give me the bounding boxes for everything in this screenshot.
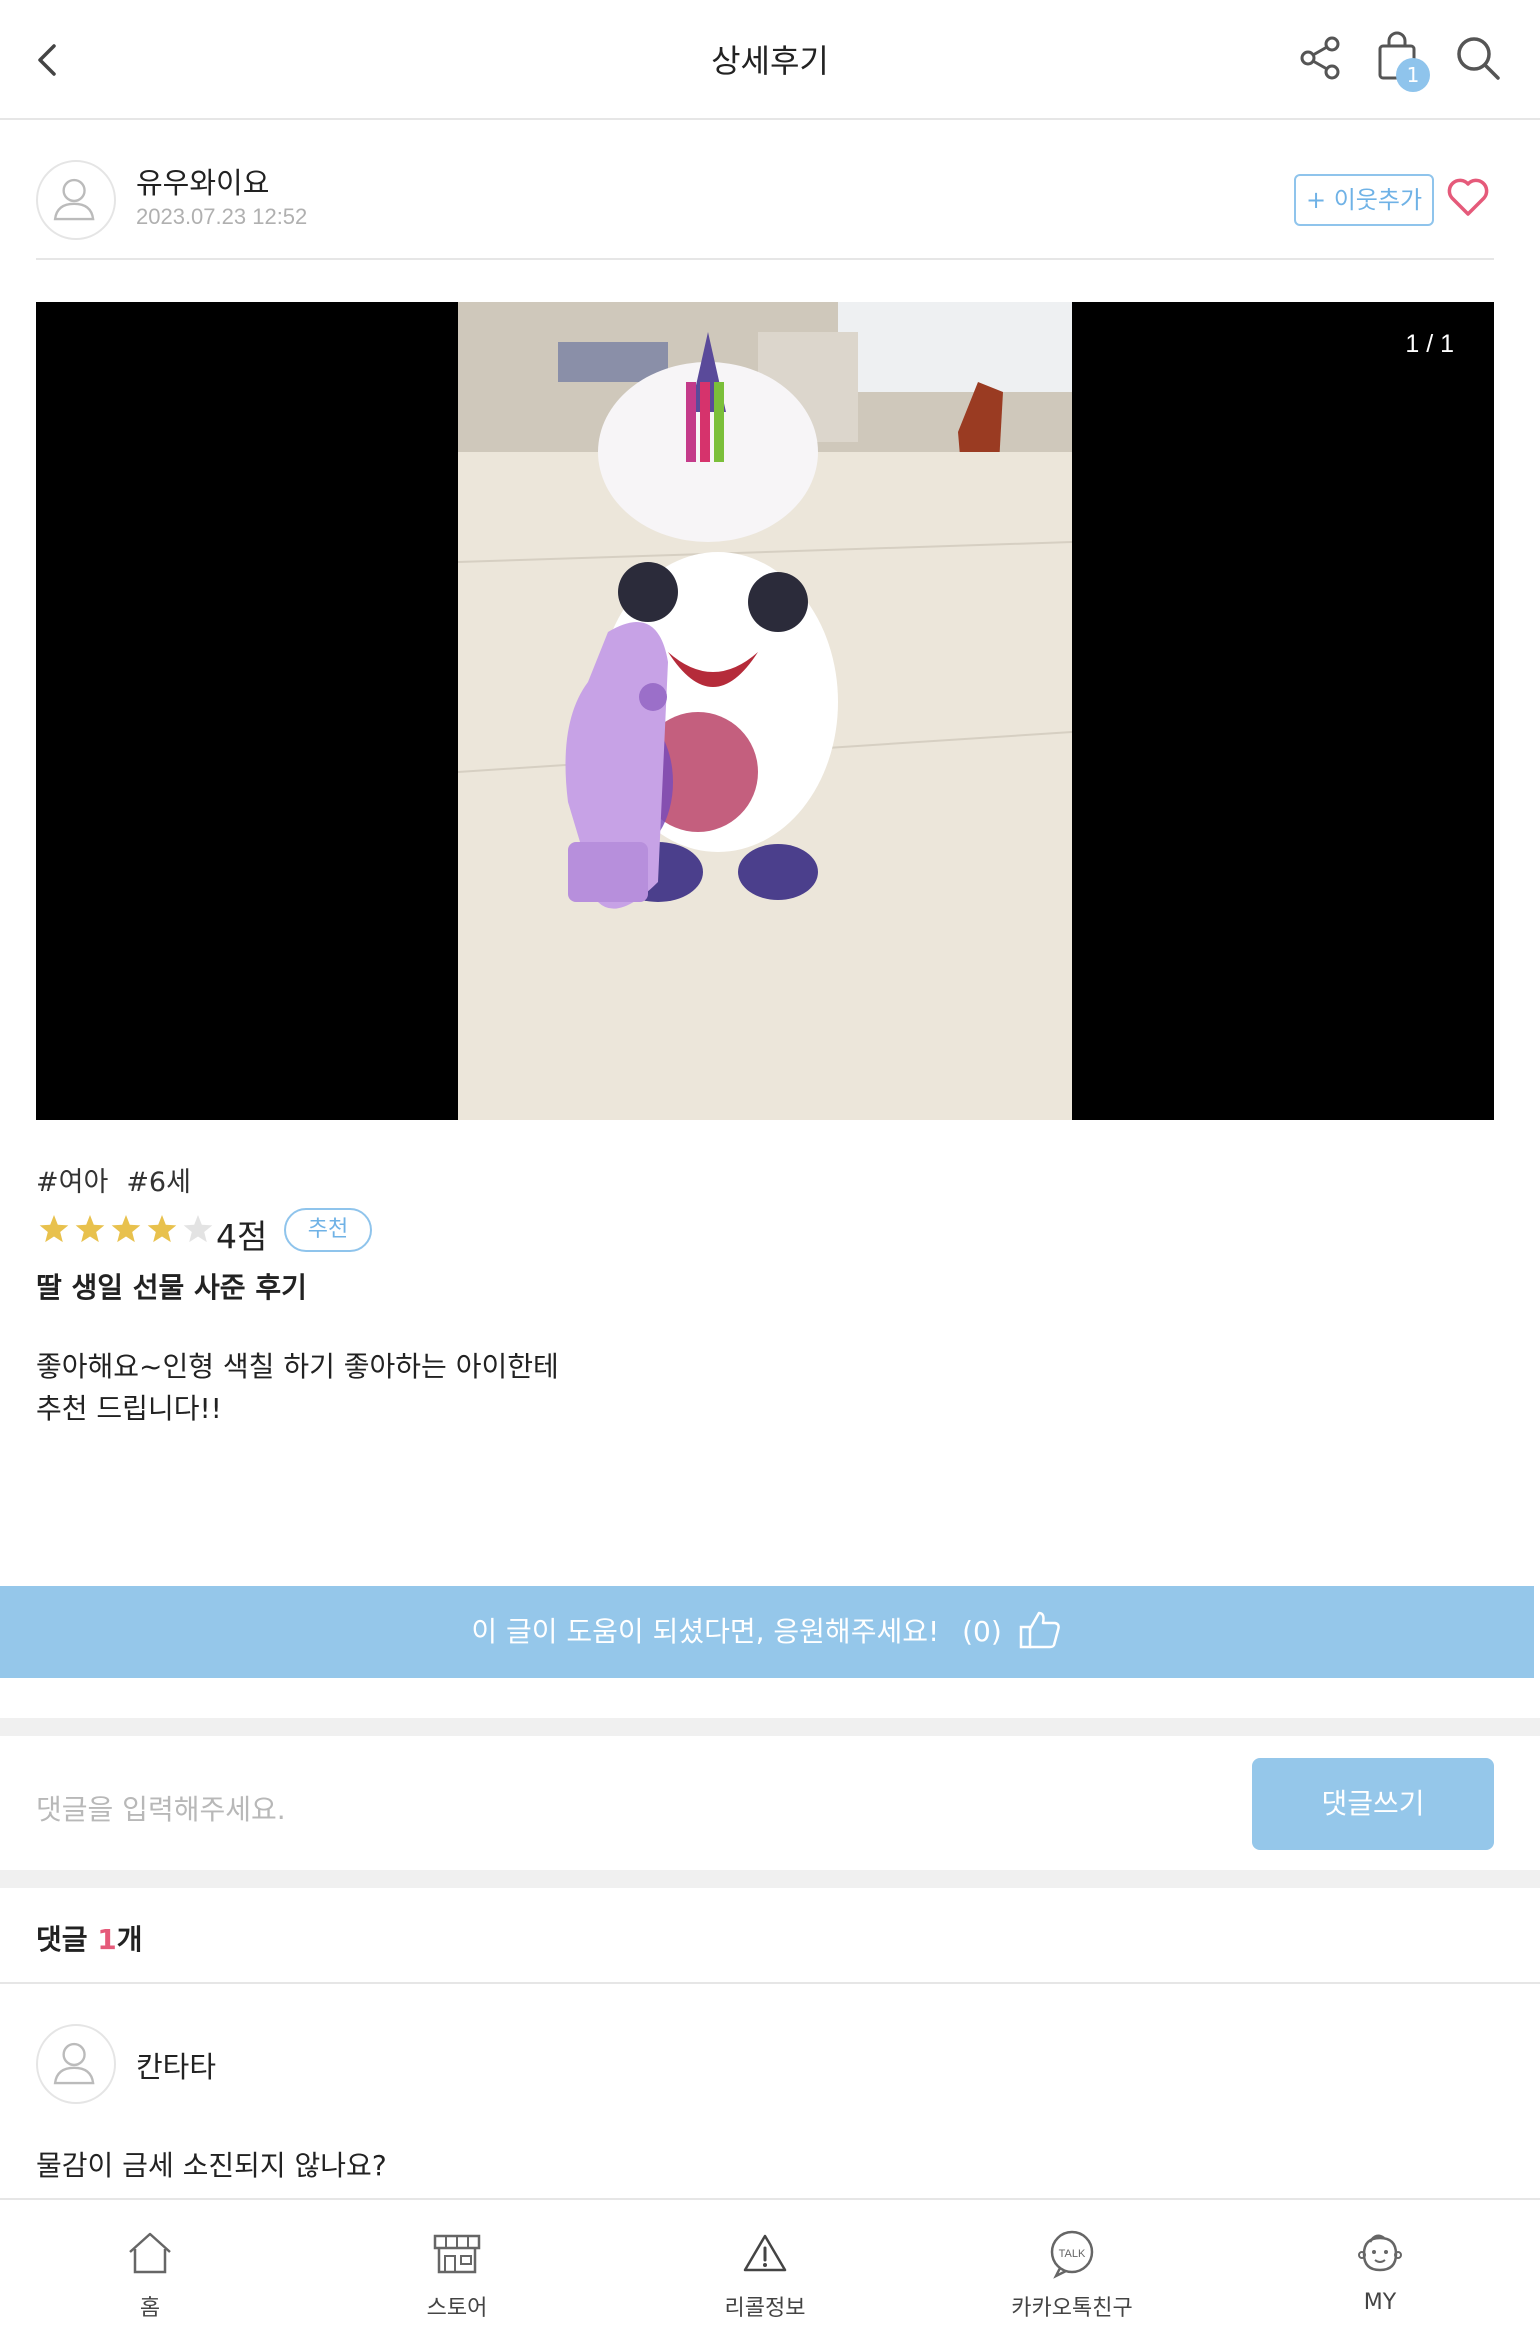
review-photo <box>458 302 1072 1120</box>
tab-store[interactable]: 스토어 <box>357 2228 557 2322</box>
author-name[interactable]: 유우와이요 <box>136 160 269 202</box>
comments-count: 1 <box>97 1923 117 1956</box>
review-title: 딸 생일 선물 사준 후기 <box>36 1271 307 1304</box>
add-neighbor-button[interactable]: + 이웃추가 <box>1294 174 1434 226</box>
baby-icon <box>1358 2234 1402 2272</box>
star-filled-icon <box>111 1215 141 1243</box>
star-empty-icon <box>183 1215 213 1243</box>
commenter-name[interactable]: 칸타타 <box>136 2044 216 2086</box>
review-photo-viewer[interactable]: 1 / 1 <box>36 302 1494 1120</box>
tag[interactable]: #여아 <box>36 1167 108 1198</box>
star-rating <box>39 1215 213 1243</box>
comment-input[interactable]: 댓글을 입력해주세요. <box>36 1788 286 1828</box>
recommend-badge: 추천 <box>284 1208 372 1252</box>
section-separator <box>0 1718 1540 1736</box>
tab-my[interactable]: MY <box>1280 2228 1480 2315</box>
talk-icon: TALK <box>1050 2230 1094 2279</box>
post-date: 2023.07.23 12:52 <box>136 204 308 229</box>
cheer-text: 이 글이 도움이 되셨다면, 응원해주세요! <box>471 1615 940 1648</box>
cheer-button[interactable]: 이 글이 도움이 되셨다면, 응원해주세요! (0) <box>0 1586 1534 1678</box>
heart-icon[interactable] <box>1444 172 1492 220</box>
tab-home[interactable]: 홈 <box>50 2228 250 2322</box>
home-icon <box>129 2232 171 2274</box>
cheer-count: (0) <box>962 1615 1002 1648</box>
cart-count-badge: 1 <box>1396 58 1430 92</box>
star-filled-icon <box>147 1215 177 1243</box>
store-icon <box>433 2234 481 2274</box>
photo-counter: 1 / 1 <box>1405 330 1454 358</box>
comments-heading: 댓글 1개 <box>36 1918 143 1958</box>
tab-label: 리콜정보 <box>724 2296 806 2321</box>
review-tags: #여아 #6세 <box>36 1160 209 1199</box>
warning-icon <box>743 2234 787 2272</box>
star-filled-icon <box>75 1215 105 1243</box>
author-avatar[interactable] <box>36 160 116 240</box>
thumbs-up-icon <box>1019 1611 1060 1649</box>
star-filled-icon <box>39 1215 69 1243</box>
app-header: 상세후기 1 <box>0 0 1540 120</box>
tab-kakaotalk-friend[interactable]: TALK 카카오톡친구 <box>972 2228 1172 2322</box>
divider <box>0 1982 1540 1984</box>
tab-label: 카카오톡친구 <box>1011 2296 1133 2321</box>
share-icon[interactable] <box>1294 30 1346 86</box>
tab-label: 홈 <box>139 2296 161 2321</box>
comments-heading-suffix: 개 <box>116 1923 143 1956</box>
commenter-avatar[interactable] <box>36 2024 116 2104</box>
tab-label: MY <box>1363 2290 1397 2315</box>
tag[interactable]: #6세 <box>126 1167 191 1198</box>
tab-label: 스토어 <box>426 2296 488 2321</box>
rating-score: 4점 <box>216 1217 268 1256</box>
review-body-line: 좋아해요~인형 색칠 하기 좋아하는 아이한테 <box>36 1350 559 1383</box>
section-separator <box>0 1870 1540 1888</box>
comment-text: 물감이 금세 소진되지 않나요? <box>36 2149 387 2182</box>
tab-recall-info[interactable]: 리콜정보 <box>665 2228 865 2322</box>
write-comment-button[interactable]: 댓글쓰기 <box>1252 1758 1494 1850</box>
review-body: 좋아해요~인형 색칠 하기 좋아하는 아이한테 추천 드립니다!! <box>36 1346 559 1430</box>
user-icon <box>53 178 95 221</box>
search-icon[interactable] <box>1452 30 1504 86</box>
comments-heading-prefix: 댓글 <box>36 1923 98 1956</box>
author-section: 유우와이요 2023.07.23 12:52 + 이웃추가 <box>0 120 1540 262</box>
svg-text:TALK: TALK <box>1059 2248 1086 2260</box>
divider <box>36 258 1494 260</box>
bottom-tab-bar: 홈 스토어 리콜정보 TALK 카카오톡친구 MY <box>0 2198 1540 2346</box>
review-body-line: 추천 드립니다!! <box>36 1392 222 1425</box>
user-icon <box>53 2042 95 2085</box>
